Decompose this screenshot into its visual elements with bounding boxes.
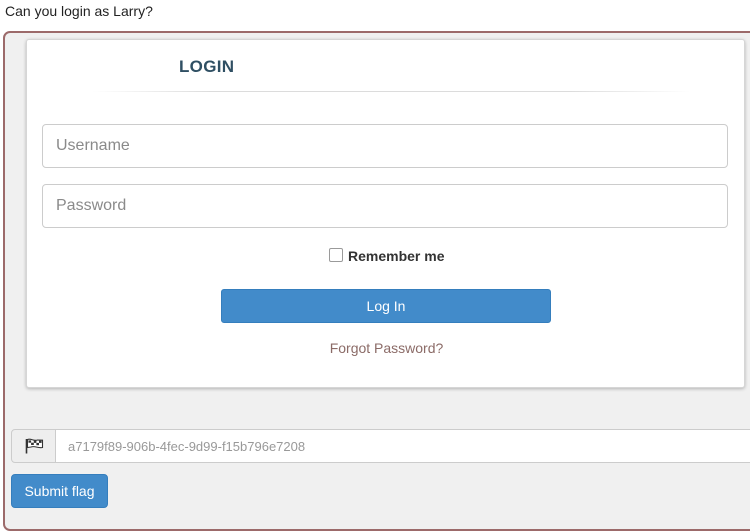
- flag-input-group: [11, 429, 750, 463]
- remember-me-label[interactable]: Remember me: [348, 248, 445, 264]
- remember-me[interactable]: Remember me: [329, 248, 445, 264]
- username-input[interactable]: [42, 124, 728, 168]
- challenge-question: Can you login as Larry?: [5, 3, 153, 19]
- login-button[interactable]: Log In: [221, 289, 551, 323]
- login-title: LOGIN: [179, 57, 235, 76]
- login-card: LOGIN Remember me Log In Forgot Password…: [26, 39, 745, 388]
- forgot-password-link[interactable]: Forgot Password?: [27, 340, 746, 356]
- flag-input[interactable]: [56, 429, 750, 463]
- password-input[interactable]: [42, 184, 728, 228]
- submit-flag-button[interactable]: Submit flag: [11, 474, 108, 508]
- remember-me-checkbox[interactable]: [329, 248, 343, 262]
- flag-icon: [25, 438, 43, 454]
- title-divider: [92, 91, 690, 92]
- flag-addon: [11, 429, 56, 463]
